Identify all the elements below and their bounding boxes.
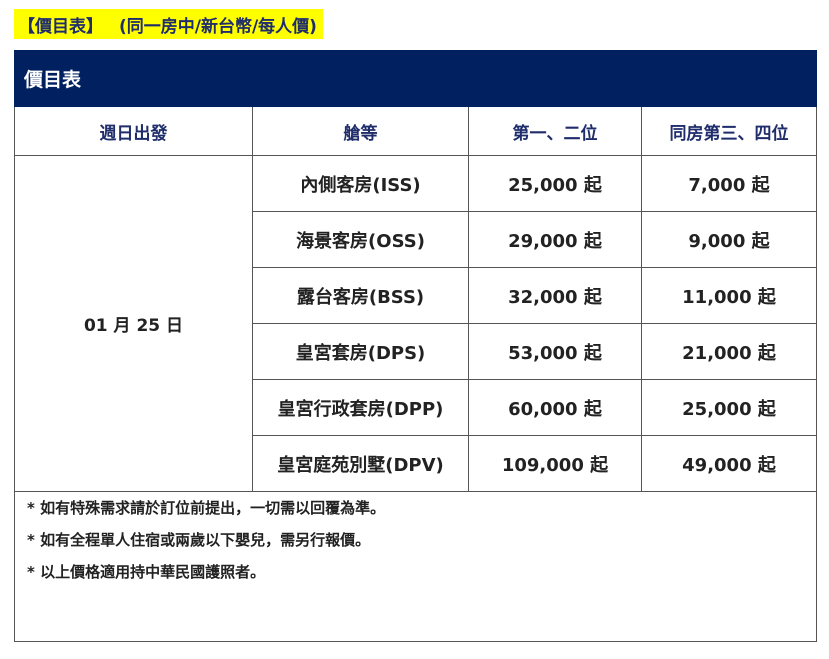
cabin-cell: 皇宮庭苑別墅(DPV) [252, 435, 469, 492]
cabin-cell: 皇宮套房(DPS) [252, 323, 469, 380]
table-title-row: 價目表 [13, 50, 818, 107]
column-header-cabin: 艙等 [252, 106, 469, 156]
table-title: 價目表 [13, 50, 818, 107]
cabin-cell: 露台客房(BSS) [252, 267, 469, 324]
price-third-fourth-cell: 21,000 起 [640, 323, 818, 380]
price-third-fourth-cell: 49,000 起 [640, 435, 818, 492]
note-item: * 如有全程單人住宿或兩歲以下嬰兒，需另行報價。 [27, 531, 371, 549]
note-item: * 如有特殊需求請於訂位前提出，一切需以回覆為準。 [27, 499, 386, 517]
price-first-second-cell: 25,000 起 [468, 155, 642, 212]
column-header-first-second: 第一、二位 [468, 106, 642, 156]
price-first-second-cell: 60,000 起 [468, 379, 642, 436]
table-header-row: 週日出發 艙等 第一、二位 同房第三、四位 [14, 106, 818, 156]
departure-date-cell: 01 月 25 日 [14, 155, 253, 492]
page-heading-title: 【價目表】 [18, 16, 103, 37]
table-row: 01 月 25 日 內側客房(ISS) 25,000 起 7,000 起 [14, 155, 818, 492]
note-item: * 以上價格適用持中華民國護照者。 [27, 563, 266, 581]
page-heading: 【價目表】 (同一房中/新台幣/每人價) [14, 9, 323, 39]
price-first-second-cell: 32,000 起 [468, 267, 642, 324]
cabin-cell: 皇宮行政套房(DPP) [252, 379, 469, 436]
price-first-second-cell: 109,000 起 [468, 435, 642, 492]
price-table: 價目表 週日出發 艙等 第一、二位 同房第三、四位 01 月 25 日 內側客房… [13, 50, 818, 642]
price-third-fourth-cell: 25,000 起 [640, 379, 818, 436]
price-first-second-cell: 29,000 起 [468, 211, 642, 268]
cabin-cell: 海景客房(OSS) [252, 211, 469, 268]
notes-row: * 如有特殊需求請於訂位前提出，一切需以回覆為準。 * 如有全程單人住宿或兩歲以… [13, 491, 818, 642]
column-header-departure: 週日出發 [14, 106, 253, 156]
column-header-third-fourth: 同房第三、四位 [640, 106, 818, 156]
price-third-fourth-cell: 7,000 起 [640, 155, 818, 212]
page-heading-subtitle: (同一房中/新台幣/每人價) [119, 16, 317, 37]
price-third-fourth-cell: 11,000 起 [640, 267, 818, 324]
price-third-fourth-cell: 9,000 起 [640, 211, 818, 268]
price-first-second-cell: 53,000 起 [468, 323, 642, 380]
notes-cell: * 如有特殊需求請於訂位前提出，一切需以回覆為準。 * 如有全程單人住宿或兩歲以… [13, 491, 818, 642]
cabin-cell: 內側客房(ISS) [252, 155, 469, 212]
